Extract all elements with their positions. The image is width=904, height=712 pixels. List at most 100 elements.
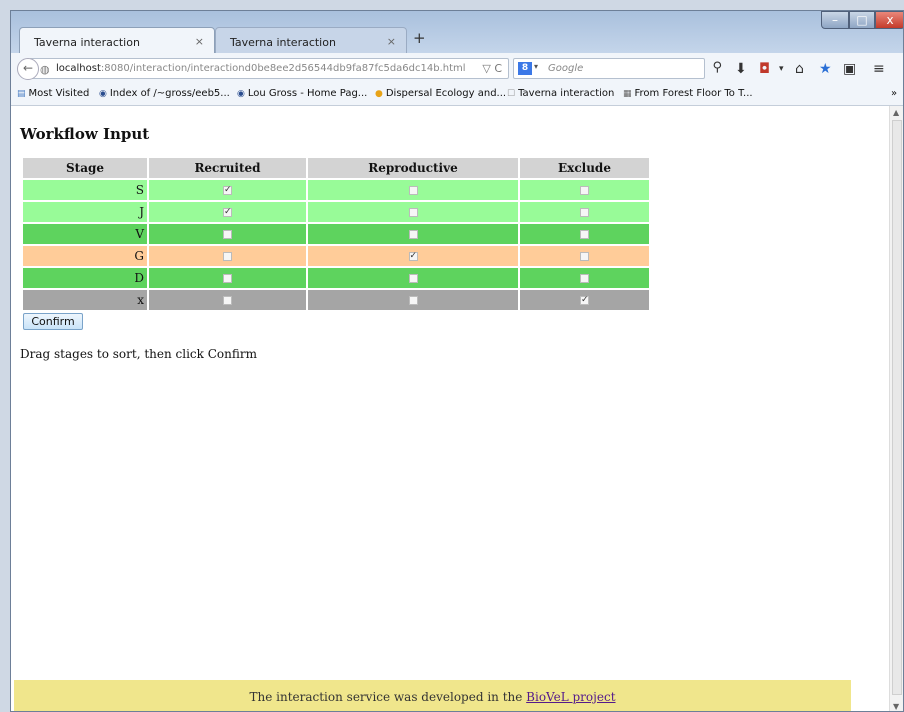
minimize-button[interactable]: –: [821, 11, 849, 29]
back-button[interactable]: ←: [17, 58, 39, 80]
tab-close-icon[interactable]: ×: [195, 35, 204, 48]
exclude-cell: [519, 178, 649, 201]
header-exclude: Exclude: [519, 158, 649, 179]
url-bar[interactable]: ◍ localhost:8080/interaction/interaction…: [29, 58, 509, 79]
reproductive-checkbox[interactable]: [408, 296, 418, 305]
tab-label: Taverna interaction: [230, 36, 336, 49]
table-row[interactable]: x ✓: [23, 288, 649, 310]
pocket-icon[interactable]: ◘: [759, 61, 770, 77]
recruited-checkbox[interactable]: [223, 230, 232, 239]
url-host: localhost: [56, 63, 101, 74]
new-tab-button[interactable]: +: [413, 29, 426, 47]
footer-banner: The interaction service was developed in…: [14, 680, 851, 711]
bookmark-index-gross[interactable]: ◉ Index of /~gross/eeb5...: [99, 88, 230, 99]
page-icon: ☐: [507, 89, 516, 99]
chevron-down-icon[interactable]: ▾: [779, 64, 784, 74]
navigation-bar: ◍ localhost:8080/interaction/interaction…: [11, 53, 903, 83]
eye-icon: ◉: [99, 89, 107, 99]
download-icon[interactable]: ⬇: [735, 61, 747, 77]
instructions-text: Drag stages to sort, then click Confirm: [20, 347, 257, 361]
recruited-cell: [148, 288, 308, 310]
bookmarks-folder-icon: ▤: [17, 89, 26, 99]
bookmark-forest-floor[interactable]: ▦ From Forest Floor To T...: [623, 88, 753, 99]
recruited-checkbox[interactable]: [223, 252, 232, 261]
stage-label[interactable]: G: [23, 244, 149, 267]
bookmarks-overflow-button[interactable]: »: [891, 88, 897, 99]
table-row[interactable]: S ✓: [23, 178, 649, 201]
reproductive-cell: ✓: [307, 244, 520, 267]
bookmark-taverna-interaction[interactable]: ☐ Taverna interaction: [507, 88, 614, 99]
exclude-checkbox[interactable]: ✓: [580, 296, 589, 305]
maximize-button[interactable]: □: [849, 11, 875, 29]
tab-taverna-interaction-active[interactable]: Taverna interaction ×: [19, 27, 215, 53]
workflow-table: Stage Recruited Reproductive Exclude S ✓ J…: [23, 158, 649, 310]
stage-label[interactable]: x: [23, 288, 149, 310]
exclude-cell: [519, 200, 649, 223]
chevron-down-icon[interactable]: ▾: [534, 62, 538, 71]
search-icon[interactable]: ⚲: [712, 60, 722, 75]
bookmark-lou-gross[interactable]: ◉ Lou Gross - Home Pag...: [237, 88, 367, 99]
page-content: Workflow Input Stage Recruited Reproduct…: [11, 106, 889, 711]
stage-label[interactable]: J: [23, 200, 149, 223]
bookmark-dispersal-ecology[interactable]: ● Dispersal Ecology and...: [375, 88, 506, 99]
bookmark-star-icon[interactable]: ★: [819, 61, 832, 77]
home-icon[interactable]: ⌂: [795, 61, 804, 77]
scroll-down-icon[interactable]: ▼: [893, 702, 899, 711]
table-row[interactable]: V: [23, 222, 649, 245]
exclude-cell: [519, 244, 649, 267]
stage-label[interactable]: V: [23, 222, 149, 245]
reproductive-checkbox[interactable]: [408, 208, 418, 217]
eye-icon: ◉: [237, 89, 245, 99]
search-input[interactable]: Google: [548, 63, 583, 74]
exclude-checkbox[interactable]: [580, 274, 589, 283]
biovel-project-link[interactable]: BioVeL project: [526, 690, 615, 704]
header-stage: Stage: [23, 158, 149, 179]
exclude-cell: [519, 222, 649, 245]
header-recruited: Recruited: [148, 158, 308, 179]
reproductive-cell: [307, 178, 520, 201]
recruited-checkbox[interactable]: [223, 296, 232, 305]
tab-close-icon[interactable]: ×: [387, 35, 396, 48]
confirm-button[interactable]: Confirm: [23, 313, 83, 330]
recruited-checkbox[interactable]: ✓: [223, 186, 232, 195]
search-bar[interactable]: 8 ▾ Google ⚲: [513, 58, 722, 79]
search-engine-icon[interactable]: 8: [518, 62, 532, 75]
recruited-checkbox[interactable]: [223, 274, 232, 283]
recruited-checkbox[interactable]: ✓: [223, 208, 232, 217]
bookmark-most-visited[interactable]: ▤ Most Visited: [17, 88, 89, 99]
exclude-cell: ✓: [519, 288, 649, 310]
reproductive-cell: [307, 266, 520, 289]
close-window-button[interactable]: x: [875, 11, 903, 29]
exclude-cell: [519, 266, 649, 289]
title-bar: Taverna interaction × Taverna interactio…: [11, 11, 903, 53]
stage-label[interactable]: D: [23, 266, 149, 289]
bookmarks-toolbar: ▤ Most Visited ◉ Index of /~gross/eeb5... …: [11, 83, 903, 106]
clipboard-icon[interactable]: ▣: [843, 61, 856, 77]
recruited-cell: [148, 244, 308, 267]
url-path: :8080/interaction/interactiond0be8ee2d56…: [100, 63, 466, 74]
header-reproductive: Reproductive: [307, 158, 520, 179]
table-header-row: Stage Recruited Reproductive Exclude: [23, 158, 649, 179]
browser-window: Taverna interaction × Taverna interactio…: [10, 10, 904, 712]
scroll-up-icon[interactable]: ▲: [893, 108, 899, 117]
exclude-checkbox[interactable]: [580, 186, 589, 195]
stage-label[interactable]: S: [23, 178, 149, 201]
exclude-checkbox[interactable]: [580, 252, 589, 261]
vertical-scrollbar[interactable]: ▲ ▼: [889, 106, 903, 711]
reproductive-checkbox[interactable]: [408, 230, 418, 239]
tab-taverna-interaction[interactable]: Taverna interaction ×: [215, 27, 407, 53]
footer-text: The interaction service was developed in…: [249, 690, 527, 704]
table-row[interactable]: J ✓: [23, 200, 649, 223]
exclude-checkbox[interactable]: [580, 208, 589, 217]
reproductive-cell: [307, 288, 520, 310]
exclude-checkbox[interactable]: [580, 230, 589, 239]
reproductive-checkbox[interactable]: [408, 274, 418, 283]
reproductive-checkbox[interactable]: ✓: [408, 252, 418, 261]
reproductive-checkbox[interactable]: [408, 186, 418, 195]
scrollbar-thumb[interactable]: [892, 120, 902, 695]
recruited-cell: [148, 222, 308, 245]
reload-icon[interactable]: ▽ C: [482, 62, 502, 75]
menu-icon[interactable]: ≡: [873, 61, 885, 77]
table-row[interactable]: D: [23, 266, 649, 289]
table-row[interactable]: G ✓: [23, 244, 649, 267]
